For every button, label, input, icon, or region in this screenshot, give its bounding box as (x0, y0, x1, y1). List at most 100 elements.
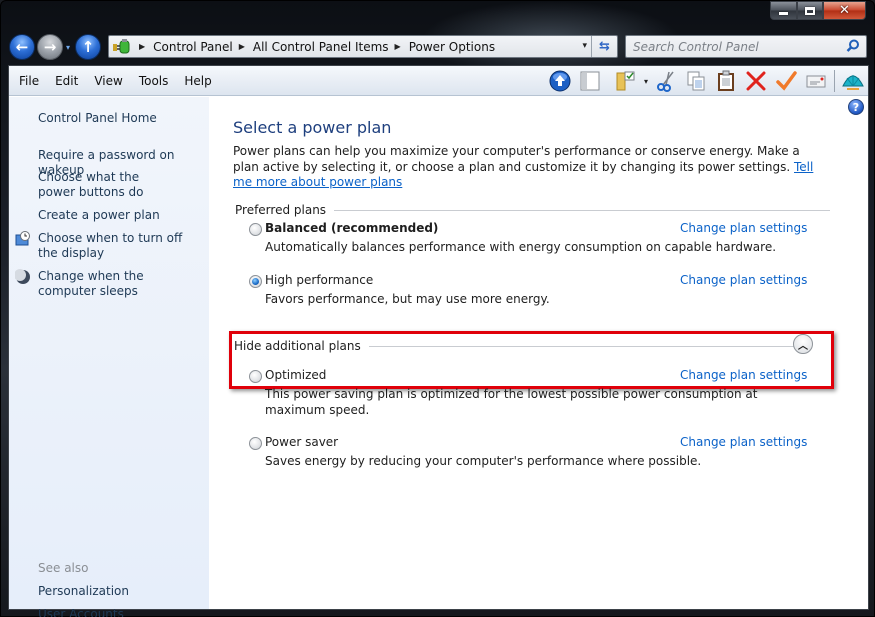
explorer-window: ✕ ← → ▾ ↑ ▶ Control Panel ▶ All Control … (0, 0, 875, 617)
chevron-up-icon: ︿ (798, 340, 808, 352)
minimize-button[interactable] (770, 1, 797, 20)
task-pane: Control Panel Home Require a password on… (9, 97, 209, 617)
change-plan-settings-link[interactable]: Change plan settings (680, 368, 807, 382)
shell-icon (842, 75, 864, 90)
plan-name[interactable]: Balanced (recommended) (265, 221, 438, 235)
menu-help[interactable]: Help (176, 74, 219, 88)
help-icon[interactable]: ? (848, 99, 864, 115)
delete-button[interactable] (741, 68, 771, 94)
back-button[interactable]: ← (9, 34, 35, 60)
caption-buttons: ✕ (770, 1, 866, 21)
see-also-user-accounts[interactable]: User Accounts (38, 607, 208, 617)
preview-pane-icon (580, 71, 600, 91)
toolbar-up-button[interactable] (545, 68, 575, 94)
plan-radio-optimized[interactable] (249, 370, 262, 383)
plan-radio-power-saver[interactable] (249, 437, 262, 450)
plan-radio-high-performance[interactable] (249, 275, 262, 288)
change-plan-settings-link[interactable]: Change plan settings (680, 435, 807, 449)
close-icon: ✕ (839, 3, 850, 18)
plan-radio-balanced[interactable] (249, 223, 262, 236)
refresh-button[interactable]: ⇆ (591, 36, 617, 57)
main-content: ? Select a power plan Power plans can he… (209, 97, 868, 609)
display-clock-icon (15, 231, 31, 247)
power-options-icon (111, 37, 133, 57)
additional-plans-header: Hide additional plans (234, 339, 803, 353)
navigation-buttons: ← → ▾ ↑ (9, 33, 101, 61)
change-plan-settings-link[interactable]: Change plan settings (680, 221, 807, 235)
sleep-moon-icon (14, 269, 31, 285)
see-also-label: See also (38, 561, 89, 575)
address-dropdown-icon[interactable]: ▾ (582, 41, 587, 51)
folder-options-dropdown[interactable]: ▾ (641, 77, 651, 86)
breadcrumb-all-items[interactable]: All Control Panel Items (253, 40, 389, 54)
apply-button[interactable] (771, 68, 801, 94)
delete-icon (746, 71, 766, 91)
plan-description: Saves energy by reducing your computer's… (265, 454, 702, 468)
control-panel-home-link[interactable]: Control Panel Home (38, 111, 208, 126)
copy-icon (687, 71, 705, 91)
shell-button[interactable] (838, 68, 868, 94)
search-placeholder: Search Control Panel (633, 39, 759, 54)
breadcrumb-separator[interactable]: ▶ (395, 42, 401, 51)
paste-button[interactable] (711, 68, 741, 94)
divider (368, 345, 803, 347)
plan-name[interactable]: Power saver (265, 435, 338, 449)
refresh-icon: ⇆ (599, 39, 610, 54)
plan-description: Favors performance, but may use more ene… (265, 292, 550, 306)
up-button[interactable]: ↑ (75, 34, 101, 60)
forward-button[interactable]: → (37, 34, 63, 60)
change-plan-settings-link[interactable]: Change plan settings (680, 273, 807, 287)
maximize-icon (805, 6, 815, 15)
menu-file[interactable]: File (9, 74, 47, 88)
client-area: File Edit View Tools Help ▾ Control Pane… (8, 65, 869, 617)
page-title: Select a power plan (233, 118, 392, 137)
breadcrumb-power-options[interactable]: Power Options (409, 40, 495, 54)
task-create-plan[interactable]: Create a power plan (38, 208, 208, 223)
address-bar[interactable]: ▶ Control Panel ▶ All Control Panel Item… (108, 35, 618, 58)
breadcrumb-separator[interactable]: ▶ (239, 42, 245, 51)
copy-button[interactable] (681, 68, 711, 94)
see-also-personalization[interactable]: Personalization (38, 584, 208, 599)
arrow-up-icon: ↑ (81, 38, 95, 56)
task-computer-sleeps[interactable]: Change when the computer sleeps (38, 269, 198, 299)
toolbar: ▾ (545, 66, 868, 96)
intro-text: Power plans can help you maximize your c… (233, 144, 818, 191)
properties-button[interactable] (801, 68, 831, 94)
close-button[interactable]: ✕ (823, 1, 866, 20)
menu-bar: File Edit View Tools Help ▾ (9, 66, 868, 96)
clipboard-icon (718, 70, 734, 91)
toolbar-separator (834, 70, 835, 92)
intro-body: Power plans can help you maximize your c… (233, 144, 800, 174)
minimize-icon (779, 11, 788, 15)
hide-additional-plans-label[interactable]: Hide additional plans (234, 339, 361, 353)
plan-description: Automatically balances performance with … (265, 240, 777, 254)
search-input[interactable]: Search Control Panel (625, 35, 867, 58)
checkmark-icon (776, 71, 797, 91)
properties-icon (806, 75, 826, 88)
preferred-plans-label: Preferred plans (235, 203, 327, 217)
preview-pane-button[interactable] (575, 68, 605, 94)
task-turn-off-display[interactable]: Choose when to turn off the display (38, 231, 198, 261)
arrow-right-icon: → (43, 38, 57, 56)
divider (334, 209, 831, 211)
breadcrumb-control-panel[interactable]: Control Panel (153, 40, 233, 54)
search-icon[interactable] (846, 39, 860, 56)
chevron-down-icon: ▾ (65, 42, 70, 52)
preferred-plans-header: Preferred plans (235, 203, 831, 217)
help-glyph: ? (852, 100, 860, 114)
recent-pages-dropdown[interactable]: ▾ (63, 43, 73, 52)
plan-description: This power saving plan is optimized for … (265, 387, 758, 417)
arrow-up-icon (549, 70, 571, 92)
folder-options-icon (616, 71, 635, 91)
task-power-buttons[interactable]: Choose what the power buttons do (38, 170, 178, 200)
menu-view[interactable]: View (86, 74, 130, 88)
maximize-button[interactable] (797, 1, 823, 20)
cut-button[interactable] (651, 68, 681, 94)
menu-tools[interactable]: Tools (131, 74, 177, 88)
breadcrumb-separator[interactable]: ▶ (139, 42, 145, 51)
plan-name[interactable]: High performance (265, 273, 373, 287)
plan-name[interactable]: Optimized (265, 368, 326, 382)
menu-edit[interactable]: Edit (47, 74, 86, 88)
folder-options-button[interactable] (611, 68, 641, 94)
collapse-plans-button[interactable]: ︿ (793, 334, 813, 354)
